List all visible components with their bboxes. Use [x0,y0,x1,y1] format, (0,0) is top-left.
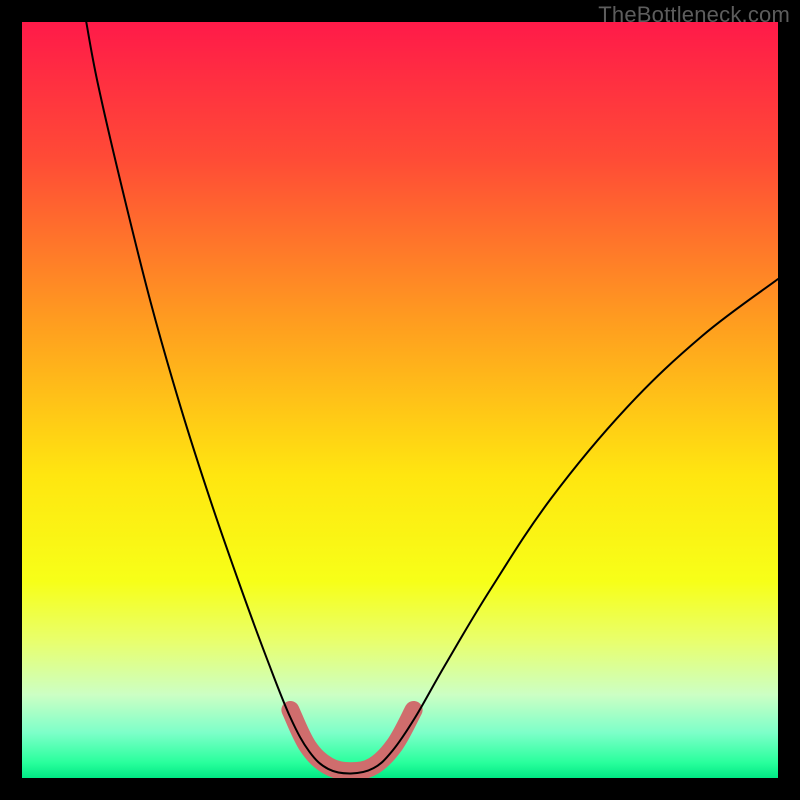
gradient-background [22,22,778,778]
chart-frame [22,22,778,778]
bottleneck-chart [22,22,778,778]
